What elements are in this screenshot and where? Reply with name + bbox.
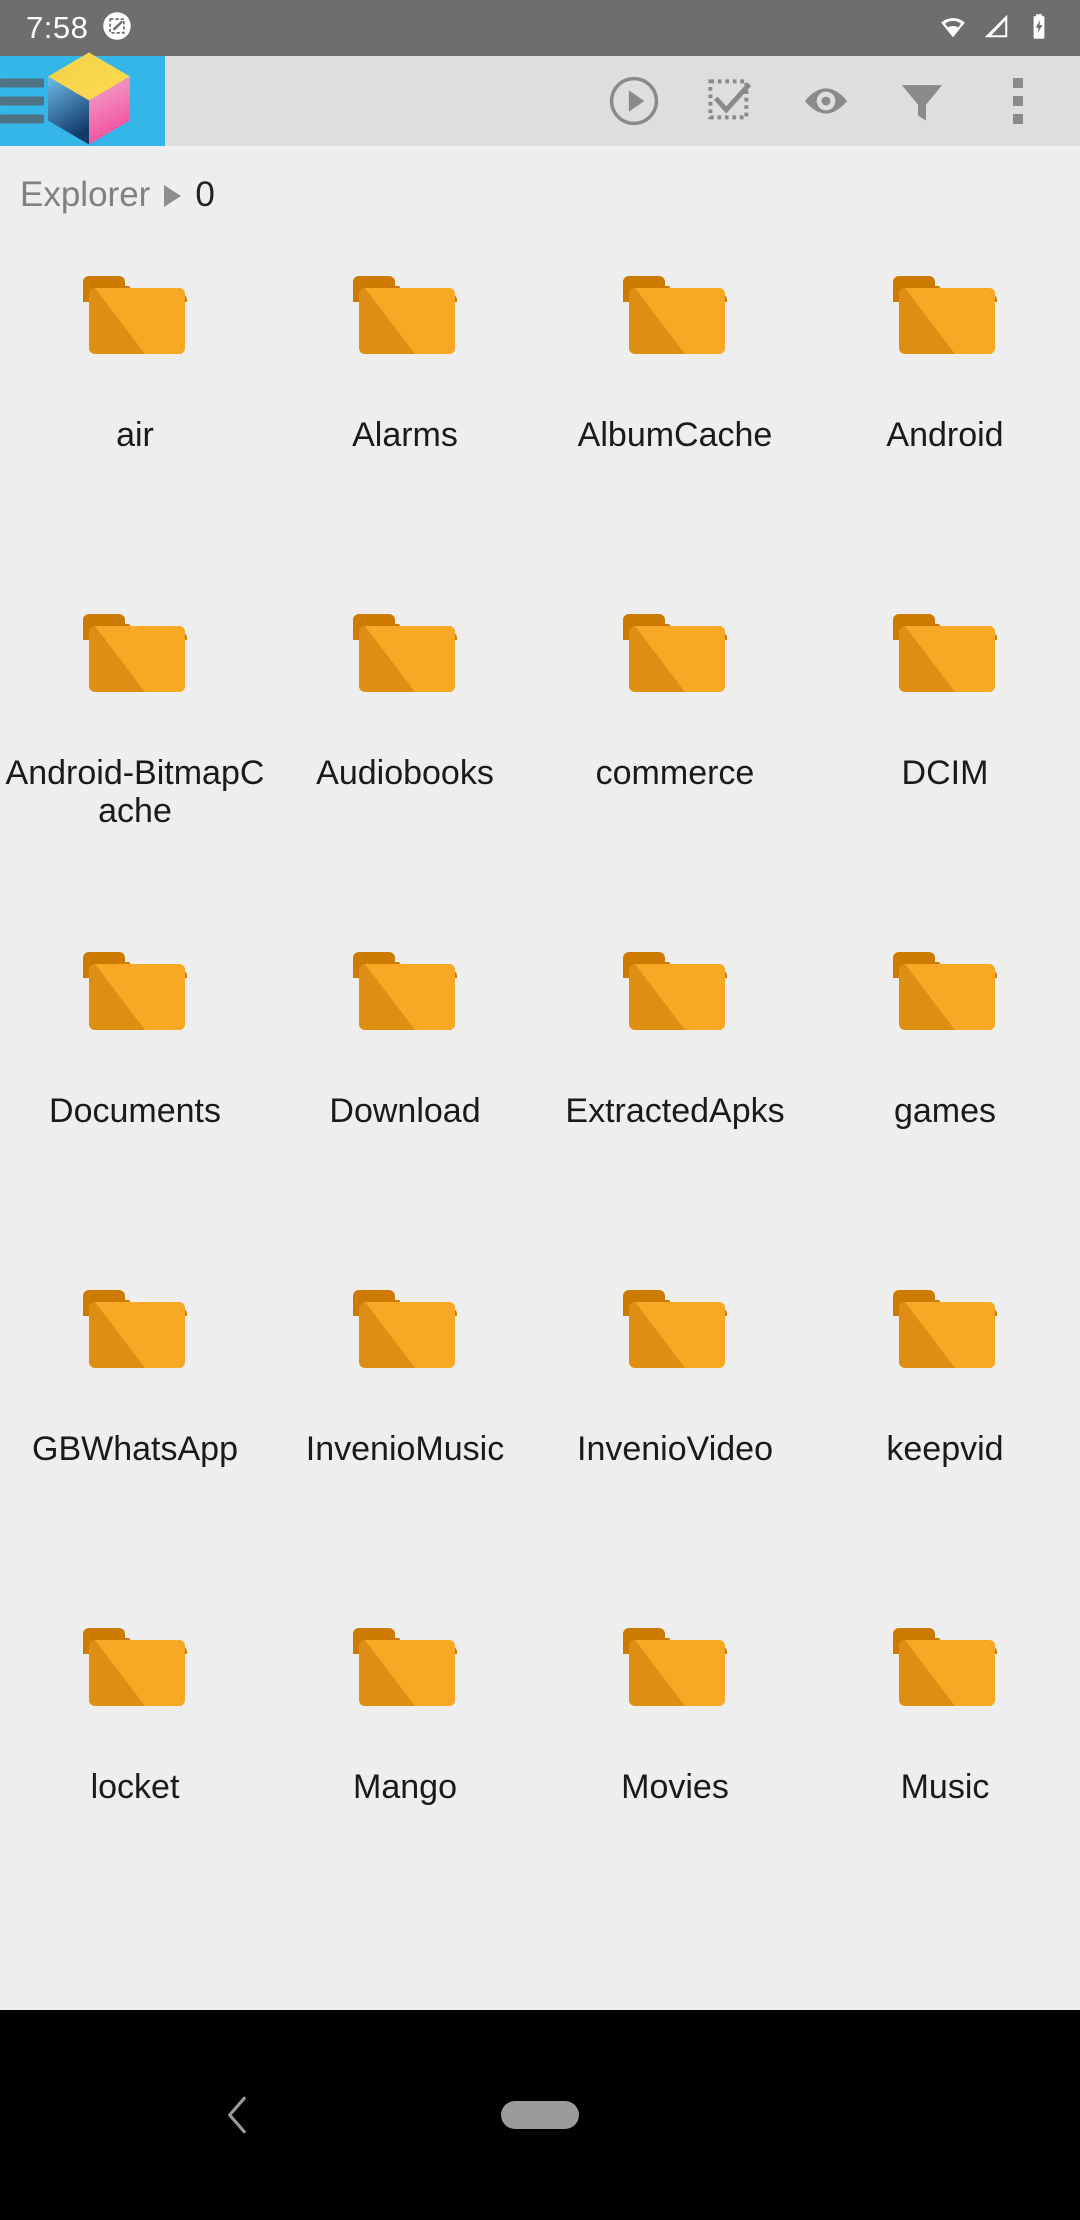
grid-item[interactable]: ExtractedApks bbox=[540, 920, 810, 1258]
android-screen: 7:58 Explorer 0 air Alarms AlbumCache An… bbox=[0, 0, 1080, 2220]
grid-item[interactable]: Mango bbox=[270, 1596, 540, 1934]
status-bar-left: 7:58 bbox=[26, 10, 132, 46]
grid-item[interactable]: games bbox=[810, 920, 1080, 1258]
grid-item[interactable]: Android bbox=[810, 244, 1080, 582]
grid-item-label: Documents bbox=[49, 1092, 221, 1130]
grid-item-label: ExtractedApks bbox=[565, 1092, 785, 1130]
filter-funnel-icon[interactable] bbox=[874, 56, 970, 146]
grid-item[interactable]: InvenioVideo bbox=[540, 1258, 810, 1596]
grid-item-label: Android-BitmapCache bbox=[5, 754, 265, 831]
folder-icon bbox=[349, 268, 461, 360]
status-bar-clock: 7:58 bbox=[26, 10, 89, 45]
grid-item[interactable]: Documents bbox=[0, 920, 270, 1258]
grid-item[interactable]: locket bbox=[0, 1596, 270, 1934]
chevron-right-icon bbox=[164, 185, 182, 207]
grid-item-label: air bbox=[116, 416, 154, 454]
grid-item-label: commerce bbox=[595, 754, 755, 792]
grid-item-label: keepvid bbox=[886, 1430, 1004, 1468]
back-chevron-icon[interactable] bbox=[208, 2085, 268, 2145]
grid-item-label: GBWhatsApp bbox=[32, 1430, 238, 1468]
breadcrumb-current[interactable]: 0 bbox=[195, 175, 214, 215]
grid-item-label: AlbumCache bbox=[577, 416, 773, 454]
grid-item[interactable]: InvenioMusic bbox=[270, 1258, 540, 1596]
grid-item[interactable]: Alarms bbox=[270, 244, 540, 582]
folder-icon bbox=[619, 268, 731, 360]
system-navigation-bar bbox=[0, 2010, 1080, 2220]
folder-icon bbox=[349, 944, 461, 1036]
app-bar-actions bbox=[165, 56, 1080, 146]
grid-item[interactable]: DCIM bbox=[810, 582, 1080, 920]
select-all-icon[interactable] bbox=[682, 56, 778, 146]
battery-charging-icon bbox=[1024, 11, 1054, 46]
grid-item[interactable]: air bbox=[0, 244, 270, 582]
grid-item-label: Download bbox=[329, 1092, 481, 1130]
grid-item-label: Mango bbox=[353, 1768, 457, 1806]
folder-icon bbox=[889, 1620, 1001, 1712]
grid-item[interactable]: Movies bbox=[540, 1596, 810, 1934]
folder-grid: air Alarms AlbumCache Android Android-Bitmap… bbox=[0, 244, 1080, 1934]
play-circle-icon[interactable] bbox=[586, 56, 682, 146]
folder-icon bbox=[889, 268, 1001, 360]
hamburger-menu-icon[interactable] bbox=[0, 78, 44, 124]
overflow-menu-icon[interactable] bbox=[970, 56, 1066, 146]
grid-item[interactable]: Android-BitmapCache bbox=[0, 582, 270, 920]
folder-icon bbox=[349, 606, 461, 698]
breadcrumb: Explorer 0 bbox=[0, 146, 1080, 244]
grid-item-label: InvenioMusic bbox=[305, 1430, 505, 1468]
cube-logo-icon bbox=[44, 49, 134, 154]
wifi-icon bbox=[938, 11, 968, 46]
folder-icon bbox=[79, 606, 191, 698]
grid-item[interactable]: commerce bbox=[540, 582, 810, 920]
grid-item-label: Audiobooks bbox=[316, 754, 494, 792]
folder-icon bbox=[889, 606, 1001, 698]
grid-item[interactable]: GBWhatsApp bbox=[0, 1258, 270, 1596]
app-brand-tile[interactable] bbox=[0, 52, 165, 146]
grid-item-label: Movies bbox=[621, 1768, 729, 1806]
status-bar-right bbox=[938, 11, 1054, 46]
folder-icon bbox=[619, 1282, 731, 1374]
folder-icon bbox=[889, 1282, 1001, 1374]
grid-item[interactable]: keepvid bbox=[810, 1258, 1080, 1596]
folder-icon bbox=[79, 268, 191, 360]
home-pill-icon[interactable] bbox=[501, 2101, 579, 2129]
grid-item-label: Android bbox=[886, 416, 1004, 454]
grid-item-label: DCIM bbox=[901, 754, 989, 792]
eye-icon[interactable] bbox=[778, 56, 874, 146]
grid-item-label: Music bbox=[900, 1768, 990, 1806]
folder-icon bbox=[79, 1620, 191, 1712]
grid-item-label: games bbox=[893, 1092, 997, 1130]
grid-item[interactable]: Audiobooks bbox=[270, 582, 540, 920]
folder-icon bbox=[349, 1282, 461, 1374]
grid-item[interactable]: AlbumCache bbox=[540, 244, 810, 582]
cellular-signal-icon bbox=[981, 11, 1011, 46]
folder-icon bbox=[619, 1620, 731, 1712]
grid-item-label: InvenioVideo bbox=[577, 1430, 773, 1468]
grid-item[interactable]: Music bbox=[810, 1596, 1080, 1934]
folder-icon bbox=[889, 944, 1001, 1036]
screenshot-edit-icon bbox=[102, 11, 132, 46]
grid-item-label: Alarms bbox=[352, 416, 458, 454]
folder-icon bbox=[619, 944, 731, 1036]
folder-icon bbox=[79, 944, 191, 1036]
grid-item[interactable]: Download bbox=[270, 920, 540, 1258]
file-browser-content: Explorer 0 air Alarms AlbumCache Android And… bbox=[0, 146, 1080, 2010]
breadcrumb-root[interactable]: Explorer bbox=[20, 175, 150, 215]
folder-icon bbox=[79, 1282, 191, 1374]
app-bar bbox=[0, 52, 1080, 146]
status-bar: 7:58 bbox=[0, 0, 1080, 56]
grid-item-label: locket bbox=[90, 1768, 180, 1806]
folder-icon bbox=[619, 606, 731, 698]
folder-icon bbox=[349, 1620, 461, 1712]
